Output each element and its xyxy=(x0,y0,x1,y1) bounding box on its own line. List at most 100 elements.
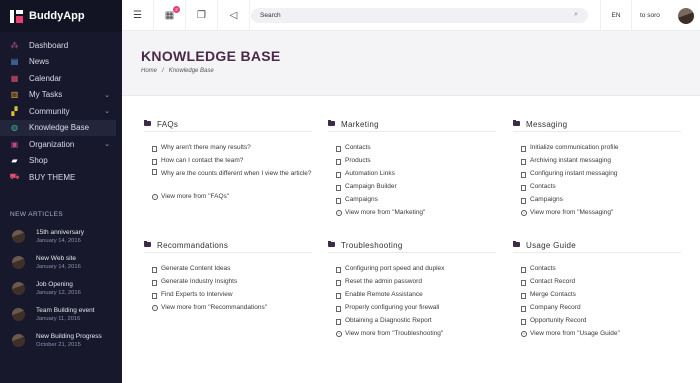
menu-toggle-button[interactable]: ☰ xyxy=(122,0,154,31)
article-link-text[interactable]: Generate Industry Insights xyxy=(161,276,237,287)
article-item[interactable]: Job Opening January 12, 2016 xyxy=(0,276,122,302)
article-link[interactable]: Archiving instant messaging xyxy=(513,154,681,167)
search-placeholder: Search xyxy=(260,12,281,19)
organization-icon: ▣ xyxy=(10,139,19,149)
article-link-text[interactable]: Campaigns xyxy=(530,194,563,205)
article-link-text[interactable]: Contacts xyxy=(530,263,556,274)
article-link[interactable]: Contacts xyxy=(513,180,681,193)
avatar xyxy=(12,282,25,295)
article-link-text[interactable]: Configuring instant messaging xyxy=(530,168,617,179)
chat-button[interactable]: ❐ xyxy=(186,0,218,31)
article-link[interactable]: Configuring port speed and duplex xyxy=(328,262,496,275)
article-link[interactable]: Why aren't there many results? xyxy=(144,141,312,154)
sidebar-item-dashboard[interactable]: ⁂ Dashboard xyxy=(0,37,122,54)
article-link-text[interactable]: Contacts xyxy=(345,142,371,153)
search-input[interactable]: Search ⌕ xyxy=(251,8,588,23)
article-link[interactable]: Generate Industry Insights xyxy=(144,275,312,288)
sidebar-item-news[interactable]: ▤ News xyxy=(0,54,122,71)
article-link-text[interactable]: Archiving instant messaging xyxy=(530,155,611,166)
article-link-text[interactable]: Properly configuring your firewall xyxy=(345,302,439,313)
view-more-text[interactable]: View more from "FAQs" xyxy=(161,191,229,202)
article-link-text[interactable]: Campaigns xyxy=(345,194,378,205)
article-item[interactable]: New Web site January 14, 2016 xyxy=(0,250,122,276)
document-icon xyxy=(521,279,526,286)
article-link[interactable]: Opportunity Record xyxy=(513,314,681,327)
sidebar-item-shop[interactable]: ▰ Shop xyxy=(0,153,122,170)
view-more-text[interactable]: View more from "Usage Guide" xyxy=(530,328,620,339)
section-troubleshooting: Troubleshooting Configuring port speed a… xyxy=(328,241,496,340)
view-more-link[interactable]: › View more from "Marketing" xyxy=(328,206,496,219)
view-more-link[interactable]: › View more from "Usage Guide" xyxy=(513,327,681,340)
article-link[interactable]: How can I contact the team? xyxy=(144,154,312,167)
article-link[interactable]: Merge Contacts xyxy=(513,288,681,301)
article-link-text[interactable]: Contact Record xyxy=(530,276,575,287)
article-item[interactable]: Team Building event January 11, 2016 xyxy=(0,302,122,328)
article-item[interactable]: 15th anniversary January 14, 2016 xyxy=(0,224,122,250)
article-link[interactable]: Initialize communication profile xyxy=(513,141,681,154)
article-link[interactable]: Reset the admin password xyxy=(328,275,496,288)
search-icon[interactable]: ⌕ xyxy=(574,11,578,19)
article-link-text[interactable]: Products xyxy=(345,155,371,166)
article-link[interactable]: Products xyxy=(328,154,496,167)
article-link[interactable]: Find Experts to Interview xyxy=(144,288,312,301)
article-link-text[interactable]: Generate Content Ideas xyxy=(161,263,230,274)
article-link-text[interactable]: Find Experts to Interview xyxy=(161,289,233,300)
article-link[interactable]: Generate Content Ideas xyxy=(144,262,312,275)
article-link-text[interactable]: Reset the admin password xyxy=(345,276,422,287)
article-link[interactable]: Contacts xyxy=(513,262,681,275)
article-link-text[interactable]: Merge Contacts xyxy=(530,289,576,300)
announcements-button[interactable]: ◁ xyxy=(218,0,250,31)
view-more-text[interactable]: View more from "Marketing" xyxy=(345,207,425,218)
apps-button[interactable]: ▦ 2 xyxy=(154,0,186,31)
article-link-text[interactable]: Why are the counts different when I view… xyxy=(161,168,312,179)
article-link[interactable]: Properly configuring your firewall xyxy=(328,301,496,314)
view-more-link[interactable]: › View more from "Messaging" xyxy=(513,206,681,219)
document-icon xyxy=(521,158,526,165)
article-link-text[interactable]: Why aren't there many results? xyxy=(161,142,251,153)
article-link-text[interactable]: Campaign Builder xyxy=(345,181,397,192)
article-link[interactable]: Enable Remote Assistance xyxy=(328,288,496,301)
user-menu[interactable]: to soro xyxy=(640,0,694,31)
article-link[interactable]: Automation Links xyxy=(328,167,496,180)
sidebar-item-my-tasks[interactable]: ▥ My Tasks ⌄ xyxy=(0,87,122,104)
view-more-text[interactable]: View more from "Messaging" xyxy=(530,207,613,218)
article-link[interactable]: Campaigns xyxy=(328,193,496,206)
sidebar-item-buy-theme[interactable]: ⛟ BUY THEME xyxy=(0,169,122,186)
sidebar-item-knowledge-base[interactable]: ◍ Knowledge Base xyxy=(0,119,116,136)
sidebar-item-label: Calendar xyxy=(29,73,62,83)
view-more-text[interactable]: View more from "Troubleshooting" xyxy=(345,328,443,339)
sidebar-item-community[interactable]: ▞ Community ⌄ xyxy=(0,103,122,120)
article-link[interactable]: Contact Record xyxy=(513,275,681,288)
view-more-link[interactable]: › View more from "Troubleshooting" xyxy=(328,327,496,340)
view-more-text[interactable]: View more from "Recommandations" xyxy=(161,302,267,313)
article-link[interactable]: Configuring instant messaging xyxy=(513,167,681,180)
article-link[interactable]: Campaigns xyxy=(513,193,681,206)
article-link-text[interactable]: Configuring port speed and duplex xyxy=(345,263,444,274)
article-link-text[interactable]: Initialize communication profile xyxy=(530,142,619,153)
article-item[interactable]: New Building Progress October 21, 2015 xyxy=(0,328,122,354)
article-link-text[interactable]: Contacts xyxy=(530,181,556,192)
article-link[interactable]: Contacts xyxy=(328,141,496,154)
view-more-link[interactable]: › View more from "FAQs" xyxy=(144,190,312,203)
article-date: October 21, 2015 xyxy=(36,341,81,348)
article-link-text[interactable]: Opportunity Record xyxy=(530,315,586,326)
article-link[interactable]: Company Record xyxy=(513,301,681,314)
article-link-text[interactable]: Obtaining a Diagnostic Report xyxy=(345,315,432,326)
view-more-link[interactable]: › View more from "Recommandations" xyxy=(144,301,312,314)
language-selector[interactable]: EN xyxy=(600,0,632,31)
breadcrumb-home[interactable]: Home xyxy=(141,68,157,74)
brand[interactable]: BuddyApp xyxy=(0,0,122,32)
arrow-circle-icon: › xyxy=(521,209,527,216)
article-link[interactable]: Obtaining a Diagnostic Report xyxy=(328,314,496,327)
sidebar-item-organization[interactable]: ▣ Organization ⌄ xyxy=(0,136,122,153)
sidebar-item-calendar[interactable]: ▦ Calendar xyxy=(0,70,122,87)
section-header: Recommandations xyxy=(144,241,312,253)
article-link-text[interactable]: How can I contact the team? xyxy=(161,155,243,166)
article-link-text[interactable]: Automation Links xyxy=(345,168,395,179)
section-messaging: Messaging Initialize communication profi… xyxy=(513,120,681,219)
shop-icon: ▰ xyxy=(11,156,18,166)
article-link[interactable]: Campaign Builder xyxy=(328,180,496,193)
article-link-text[interactable]: Company Record xyxy=(530,302,581,313)
article-link[interactable]: Why are the counts different when I view… xyxy=(144,167,312,190)
article-link-text[interactable]: Enable Remote Assistance xyxy=(345,289,423,300)
